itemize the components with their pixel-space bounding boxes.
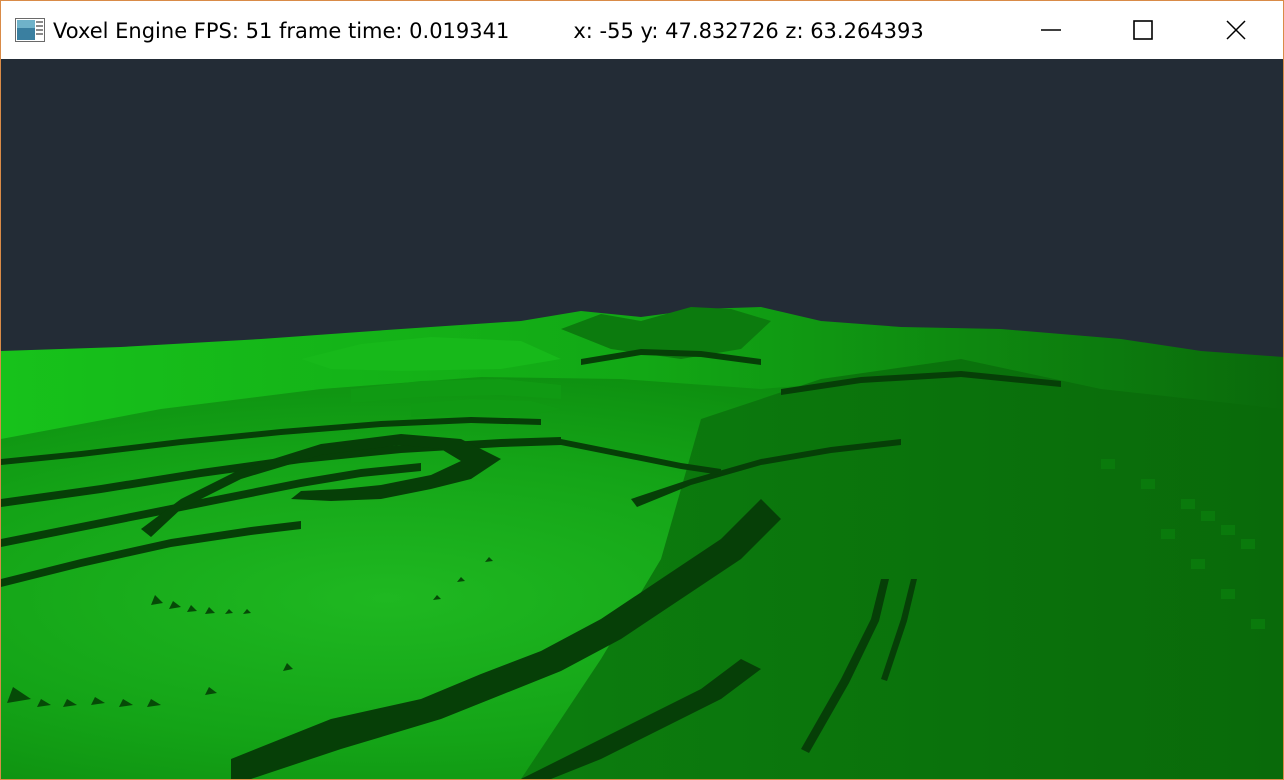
close-icon xyxy=(1226,20,1246,40)
app-window: Voxel Engine FPS: 51 frame time: 0.01934… xyxy=(0,0,1284,780)
window-title: Voxel Engine FPS: 51 frame time: 0.01934… xyxy=(53,18,924,44)
title-bar[interactable]: Voxel Engine FPS: 51 frame time: 0.01934… xyxy=(1,1,1283,59)
minimize-icon xyxy=(1041,29,1061,31)
render-viewport[interactable] xyxy=(1,59,1283,779)
title-text: Voxel Engine FPS: 51 frame time: 0.01934… xyxy=(53,19,510,43)
maximize-button[interactable] xyxy=(1097,1,1189,59)
minimize-button[interactable] xyxy=(1005,1,1097,59)
close-button[interactable] xyxy=(1189,1,1283,59)
coordinates-readout: x: -55 y: 47.832726 z: 63.264393 xyxy=(573,19,924,43)
app-window-icon xyxy=(15,18,45,42)
maximize-icon xyxy=(1133,20,1153,40)
voxel-terrain-scene xyxy=(1,59,1283,779)
